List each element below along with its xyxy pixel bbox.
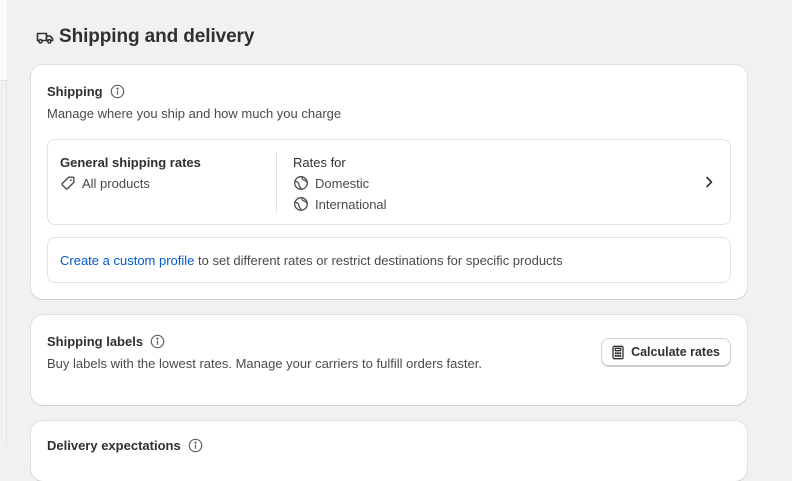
shipping-labels-subtitle: Buy labels with the lowest rates. Manage… [47,356,482,371]
left-rail-top [0,0,7,81]
general-rates-column: General shipping rates All products [60,155,201,191]
rates-divider [276,152,277,212]
shipping-subtitle: Manage where you ship and how much you c… [47,106,342,121]
custom-profile-text: to set different rates or restrict desti… [194,252,563,268]
general-rates-profile[interactable]: General shipping rates All products Rate… [47,139,731,225]
info-icon[interactable] [110,84,125,99]
chevron-right-icon [704,175,714,194]
page-header: Shipping and delivery [36,26,254,48]
shipping-labels-heading: Shipping labels [47,334,165,349]
products-label: All products [82,175,150,191]
globe-icon [293,196,309,212]
globe-icon [293,175,309,191]
calculate-rates-button[interactable]: Calculate rates [601,338,731,366]
page-title: Shipping and delivery [59,26,255,47]
shipping-labels-card: Shipping labels Buy labels with the lowe… [31,315,747,405]
zone-label: International [315,196,387,212]
calculate-rates-label: Calculate rates [631,345,720,359]
custom-profile-box: Create a custom profile to set different… [47,237,731,283]
shipping-heading: Shipping [47,84,125,99]
calculator-icon [611,345,625,360]
create-custom-profile-link[interactable]: Create a custom profile [60,253,194,268]
truck-icon [36,29,54,45]
info-icon[interactable] [150,334,165,349]
zone-label: Domestic [315,175,370,191]
zone-row: International [293,196,387,212]
shipping-heading-text: Shipping [47,84,103,99]
general-rates-title: General shipping rates [60,155,201,170]
shipping-card: Shipping Manage where you ship and how m… [31,65,747,299]
left-rail [0,0,7,446]
zone-row: Domestic [293,175,387,191]
tag-icon [60,175,76,191]
rates-for-label: Rates for [293,155,346,170]
rates-for-column: Rates for Domestic International [293,155,387,212]
products-row: All products [60,175,201,191]
delivery-expectations-card: Delivery expectations [31,421,747,481]
shipping-labels-heading-text: Shipping labels [47,334,144,349]
